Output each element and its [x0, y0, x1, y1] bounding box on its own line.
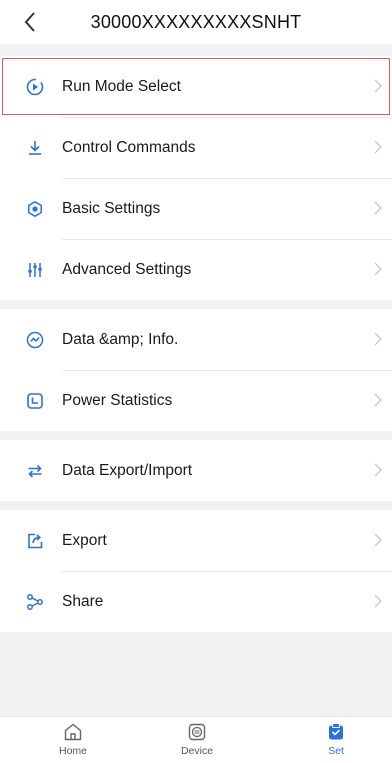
- settings-group-1: Run Mode Select Control Commands Basic S…: [0, 56, 392, 300]
- chevron-right-icon: [372, 532, 384, 548]
- run-mode-icon: [26, 78, 44, 96]
- share-icon: [26, 593, 44, 611]
- divider: [62, 370, 392, 371]
- settings-group-3: Data Export/Import: [0, 440, 392, 501]
- chevron-right-icon: [372, 462, 384, 478]
- run-mode-select-item[interactable]: Run Mode Select: [0, 56, 392, 117]
- basic-settings-item[interactable]: Basic Settings: [0, 178, 392, 239]
- power-statistics-item[interactable]: Power Statistics: [0, 370, 392, 431]
- settings-group-4: Export Share: [0, 510, 392, 632]
- data-info-label: Data &amp; Info.: [62, 330, 179, 348]
- power-statistics-label: Power Statistics: [62, 391, 173, 409]
- power-statistics-icon: [26, 392, 44, 410]
- tab-set-label: Set: [328, 745, 344, 757]
- chevron-right-icon: [372, 261, 384, 277]
- sliders-icon: [26, 261, 44, 279]
- tab-set[interactable]: Set: [296, 717, 376, 763]
- basic-settings-icon: [26, 200, 44, 218]
- tab-device[interactable]: Device: [157, 717, 237, 763]
- chevron-right-icon: [372, 139, 384, 155]
- swap-icon: [26, 462, 44, 480]
- divider: [62, 571, 392, 572]
- data-info-item[interactable]: Data &amp; Info.: [0, 309, 392, 370]
- chevron-right-icon: [372, 331, 384, 347]
- divider: [62, 178, 392, 179]
- page-title: 30000XXXXXXXXXSNHT: [90, 12, 302, 32]
- tab-home-label: Home: [58, 745, 87, 757]
- control-commands-label: Control Commands: [62, 138, 196, 156]
- share-item[interactable]: Share: [0, 571, 392, 632]
- chevron-right-icon: [372, 392, 384, 408]
- data-export-import-item[interactable]: Data Export/Import: [0, 440, 392, 501]
- chevron-right-icon: [372, 593, 384, 609]
- tab-device-label: Device: [180, 745, 214, 757]
- bottom-tab-bar: Home Device Set: [0, 716, 392, 763]
- data-info-icon: [26, 331, 44, 349]
- export-icon: [26, 532, 44, 550]
- divider: [62, 117, 392, 118]
- advanced-settings-label: Advanced Settings: [62, 260, 192, 278]
- top-bar: 30000XXXXXXXXXSNHT: [0, 0, 392, 44]
- set-icon: [325, 721, 347, 743]
- export-label: Export: [62, 531, 107, 549]
- share-label: Share: [62, 592, 104, 610]
- chevron-right-icon: [372, 200, 384, 216]
- chevron-right-icon: [372, 78, 384, 94]
- tab-home[interactable]: Home: [33, 717, 113, 763]
- export-item[interactable]: Export: [0, 510, 392, 571]
- control-commands-item[interactable]: Control Commands: [0, 117, 392, 178]
- home-icon: [62, 721, 84, 743]
- divider: [62, 239, 392, 240]
- advanced-settings-item[interactable]: Advanced Settings: [0, 239, 392, 300]
- data-export-import-label: Data Export/Import: [62, 461, 193, 479]
- basic-settings-label: Basic Settings: [62, 199, 161, 217]
- download-icon: [26, 139, 44, 157]
- settings-group-2: Data &amp; Info. Power Statistics: [0, 309, 392, 431]
- run-mode-select-label: Run Mode Select: [62, 77, 181, 95]
- device-icon: [186, 721, 208, 743]
